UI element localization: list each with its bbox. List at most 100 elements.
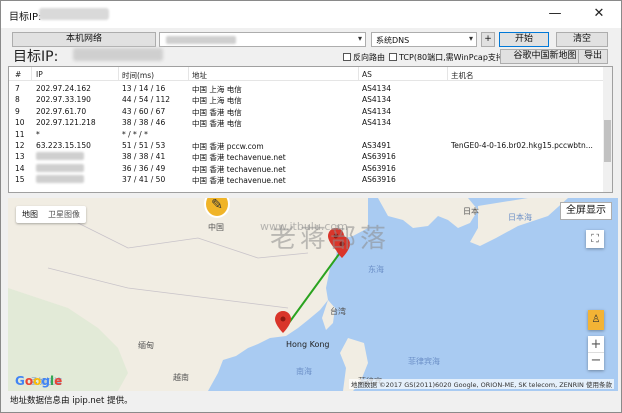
map-view[interactable]: 地图 卫星图像 ✎ 老蒋部落 www.itbulu.com 全屏显示 ⛶ ♙ +… — [8, 198, 618, 391]
clear-button[interactable]: 清空 — [556, 32, 608, 47]
scrollbar-thumb[interactable] — [604, 120, 611, 162]
cell-addr: 中国 上海 电信 — [192, 96, 242, 106]
google-logo: Google — [15, 374, 63, 388]
column-divider[interactable] — [31, 67, 32, 81]
col-as[interactable]: AS — [362, 70, 372, 79]
map-type-tabs: 地图 卫星图像 — [16, 206, 86, 223]
cell-as: AS63916 — [362, 175, 396, 185]
label-hongkong: Hong Kong — [286, 340, 330, 349]
label-china: 中国 — [208, 223, 224, 232]
table-scrollbar[interactable] — [603, 67, 612, 192]
zoom-out-button[interactable]: − — [588, 353, 604, 370]
target-ip-label: 目标IP: — [13, 49, 59, 65]
tab-map[interactable]: 地图 — [22, 209, 38, 220]
cell-as: AS4134 — [362, 84, 391, 93]
column-divider[interactable] — [188, 67, 189, 81]
cell-ip: 202.97.24.162 — [36, 84, 91, 93]
col-num[interactable]: # — [15, 70, 21, 79]
redacted-target-value — [166, 36, 236, 44]
label-vietnam: 越南 — [173, 373, 189, 382]
reverse-route-checkbox[interactable]: 反向路由 — [343, 52, 385, 63]
table-row[interactable]: 11 * * / * / * — [9, 130, 605, 141]
title-bar: 目标IP: — ✕ — [1, 1, 621, 28]
cell-num: 10 — [15, 118, 25, 128]
label-japan: 日本 — [463, 207, 479, 216]
table-row[interactable]: 15 37 / 41 / 50 中国 香港 techavenue.net AS6391… — [9, 175, 605, 186]
column-divider[interactable] — [118, 67, 119, 81]
label-myanmar: 缅甸 — [138, 341, 154, 350]
table-row[interactable]: 7 202.97.24.162 13 / 14 / 16 中国 上海 电信 AS4134 — [9, 84, 605, 95]
cell-time: 43 / 60 / 67 — [122, 106, 166, 116]
label-nanhai: 南海 — [296, 367, 312, 376]
local-network-button[interactable]: 本机网络 — [12, 32, 156, 47]
google-map-button[interactable]: 谷歌中国新地图 — [500, 49, 590, 64]
redacted-target-ip — [73, 48, 163, 61]
pegman-icon[interactable]: ♙ — [588, 310, 604, 330]
zoom-control: + − — [588, 336, 604, 370]
cell-ip: 202.97.33.190 — [36, 95, 91, 105]
tcp-checkbox[interactable]: TCP(80端口,需WinPcap支持) — [389, 52, 507, 63]
cell-addr: 中国 香港 techavenue.net — [192, 164, 286, 174]
table-row[interactable]: 10 202.97.121.218 38 / 38 / 46 中国 香港 电信 AS41… — [9, 118, 605, 129]
table-row[interactable]: 12 63.223.15.150 51 / 51 / 53 中国 香港 pccw.co… — [9, 141, 605, 152]
cell-num: 12 — [15, 141, 25, 150]
cell-addr: 中国 香港 电信 — [192, 107, 242, 117]
table-row[interactable]: 13 38 / 38 / 41 中国 香港 techavenue.net AS6391… — [9, 152, 605, 163]
col-host[interactable]: 主机名 — [451, 70, 474, 81]
cell-addr: 中国 香港 电信 — [192, 119, 242, 129]
cell-time: 36 / 36 / 49 — [122, 163, 166, 173]
cell-ip — [36, 163, 84, 174]
cell-num: 8 — [15, 95, 20, 105]
chevron-down-icon: ▾ — [357, 34, 362, 43]
map-attribution[interactable]: 地图数据 ©2017 GS(2011)6020 Google, ORION-ME… — [349, 379, 614, 389]
window-title: 目标IP: — [9, 12, 42, 23]
column-divider[interactable] — [358, 67, 359, 81]
column-divider[interactable] — [447, 67, 448, 81]
cell-ip — [36, 152, 84, 162]
chevron-down-icon: ▾ — [468, 34, 473, 43]
cell-ip — [36, 175, 84, 185]
tcp-label: TCP(80端口,需WinPcap支持) — [399, 53, 508, 62]
fullscreen-button[interactable]: 全屏显示 — [560, 202, 612, 220]
cell-addr: 中国 上海 电信 — [192, 85, 242, 94]
cell-as: AS3491 — [362, 141, 391, 150]
cell-num: 11 — [15, 129, 25, 139]
cell-addr: 中国 香港 techavenue.net — [192, 176, 286, 186]
table-row[interactable]: 9 202.97.61.70 43 / 60 / 67 中国 香港 电信 AS4134 — [9, 107, 605, 118]
cell-as: AS4134 — [362, 106, 391, 116]
checkbox-box[interactable] — [343, 53, 351, 61]
cell-num: 13 — [15, 152, 25, 162]
cell-time: * / * / * — [122, 129, 148, 139]
table-row[interactable]: 14 36 / 36 / 49 中国 香港 techavenue.net AS6391… — [9, 163, 605, 175]
status-bar-text: 地址数据信息由 ipip.net 提供。 — [10, 396, 133, 406]
route-table: # IP 时间(ms) 地址 AS 主机名 7 202.97.24.162 13 /… — [8, 66, 613, 193]
expand-icon[interactable]: ⛶ — [586, 230, 604, 248]
tab-satellite[interactable]: 卫星图像 — [48, 209, 80, 220]
cell-num: 14 — [15, 163, 25, 173]
col-addr[interactable]: 地址 — [192, 70, 207, 81]
col-time[interactable]: 时间(ms) — [122, 70, 154, 81]
redacted-ip — [36, 152, 84, 161]
checkbox-box[interactable] — [389, 53, 397, 61]
cell-time: 51 / 51 / 53 — [122, 141, 166, 150]
target-combo[interactable]: ▾ — [159, 32, 366, 47]
col-ip[interactable]: IP — [36, 70, 43, 79]
table-header: # IP 时间(ms) 地址 AS 主机名 — [9, 67, 605, 81]
start-button[interactable]: 开始 — [499, 32, 549, 47]
add-dns-button[interactable]: + — [481, 32, 495, 47]
cell-num: 15 — [15, 175, 25, 185]
cell-time: 13 / 14 / 16 — [122, 84, 166, 93]
label-japan-sea: 日本海 — [508, 213, 532, 222]
dns-select[interactable]: 系统DNS ▾ — [371, 32, 477, 47]
cell-addr: 中国 香港 techavenue.net — [192, 153, 286, 163]
reverse-route-label: 反向路由 — [353, 53, 385, 62]
dns-select-value: 系统DNS — [376, 36, 410, 45]
zoom-in-button[interactable]: + — [588, 336, 604, 353]
export-button[interactable]: 导出 — [578, 49, 608, 64]
close-button[interactable]: ✕ — [577, 1, 621, 28]
cell-time: 37 / 41 / 50 — [122, 175, 166, 185]
watermark-url: www.itbulu.com — [260, 220, 348, 233]
table-row[interactable]: 8 202.97.33.190 44 / 54 / 112 中国 上海 电信 AS413… — [9, 95, 605, 106]
label-philippine-sea: 菲律宾海 — [408, 357, 440, 366]
cell-as: AS4134 — [362, 118, 391, 128]
